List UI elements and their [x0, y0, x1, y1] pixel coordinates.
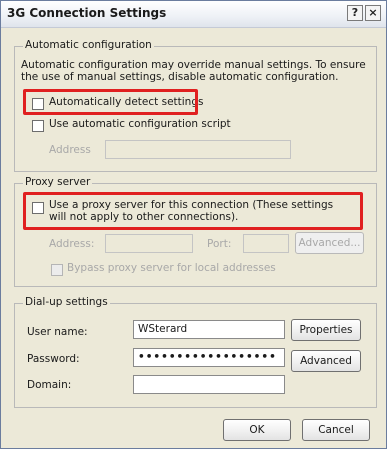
close-button[interactable]: × [365, 5, 381, 21]
auto-script-address-input[interactable] [105, 140, 291, 159]
auto-script-label[interactable]: Use automatic configuration script [49, 118, 231, 130]
dialup-settings-group-label: Dial-up settings [23, 296, 110, 308]
auto-config-group-label: Automatic configuration [23, 39, 154, 51]
properties-button[interactable]: Properties [291, 319, 361, 341]
username-label: User name: [27, 326, 88, 338]
bypass-local-checkbox[interactable] [51, 264, 63, 276]
ok-button[interactable]: OK [223, 419, 291, 441]
dialog-window: 3G Connection Settings ? × Automatic con… [0, 0, 387, 449]
cancel-button[interactable]: Cancel [302, 419, 370, 441]
title-bar[interactable]: 3G Connection Settings ? × [1, 1, 386, 28]
username-input[interactable]: WSterard [133, 320, 285, 339]
domain-label: Domain: [27, 379, 72, 391]
proxy-advanced-button[interactable]: Advanced... [295, 232, 364, 254]
help-button[interactable]: ? [347, 5, 363, 21]
proxy-address-input[interactable] [105, 234, 193, 253]
proxy-port-input[interactable] [243, 234, 289, 253]
proxy-address-label: Address: [49, 238, 95, 250]
auto-config-description: Automatic configuration may override man… [21, 59, 366, 83]
password-input[interactable]: •••••••••••••••••• [133, 348, 285, 367]
auto-detect-highlight [23, 89, 198, 115]
proxy-server-group-label: Proxy server [23, 176, 93, 188]
use-proxy-highlight [23, 192, 363, 230]
bypass-local-label[interactable]: Bypass proxy server for local addresses [67, 262, 276, 274]
domain-input[interactable] [133, 375, 285, 394]
password-label: Password: [27, 353, 80, 365]
dialup-advanced-button[interactable]: Advanced [291, 350, 361, 372]
auto-script-address-label: Address [49, 144, 91, 156]
dialog-title: 3G Connection Settings [7, 6, 167, 20]
auto-script-checkbox[interactable] [32, 120, 44, 132]
proxy-port-label: Port: [207, 238, 232, 250]
